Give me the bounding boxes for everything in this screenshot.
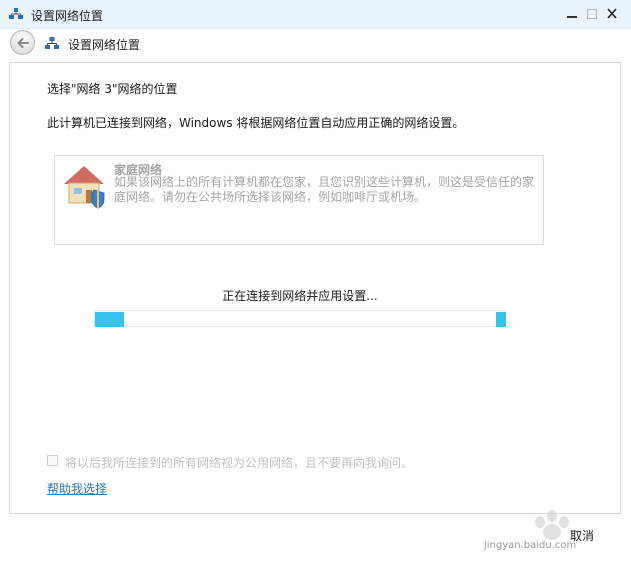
maximize-button[interactable] <box>583 6 601 22</box>
nav-bar: 设置网络位置 <box>0 29 631 59</box>
network-icon <box>45 37 59 49</box>
progress-bar <box>94 310 506 327</box>
minimize-button[interactable] <box>563 6 581 22</box>
watermark-text: jingyan.baidu.com <box>484 540 577 551</box>
checkbox-label: 将以后我所连接到的所有网络视为公用网络，且不要再向我询问。 <box>65 456 414 470</box>
title-bar: 设置网络位置 <box>0 0 631 29</box>
option-description: 如果该网络上的所有计算机都在您家，且您识别这些计算机，则这是受信任的家庭网络。请… <box>114 175 535 204</box>
window-title: 设置网络位置 <box>31 9 104 23</box>
network-description: 此计算机已连接到网络，Windows 将根据网络位置自动应用正确的网络设置。 <box>47 116 465 130</box>
home-network-icon <box>64 166 105 209</box>
progress-segment <box>496 312 506 327</box>
progress-segment <box>95 312 124 327</box>
page-title: 设置网络位置 <box>68 38 141 52</box>
back-button[interactable] <box>10 30 35 55</box>
public-network-checkbox[interactable] <box>47 455 58 466</box>
network-icon <box>9 8 23 19</box>
close-button[interactable] <box>603 6 621 22</box>
back-arrow-icon <box>17 38 29 48</box>
help-link[interactable]: 帮助我选择 <box>47 480 107 497</box>
network-heading: 选择"网络 3"网络的位置 <box>47 82 178 96</box>
baidu-paw-icon <box>535 510 569 540</box>
connection-status: 正在连接到网络并应用设置... <box>222 289 378 303</box>
